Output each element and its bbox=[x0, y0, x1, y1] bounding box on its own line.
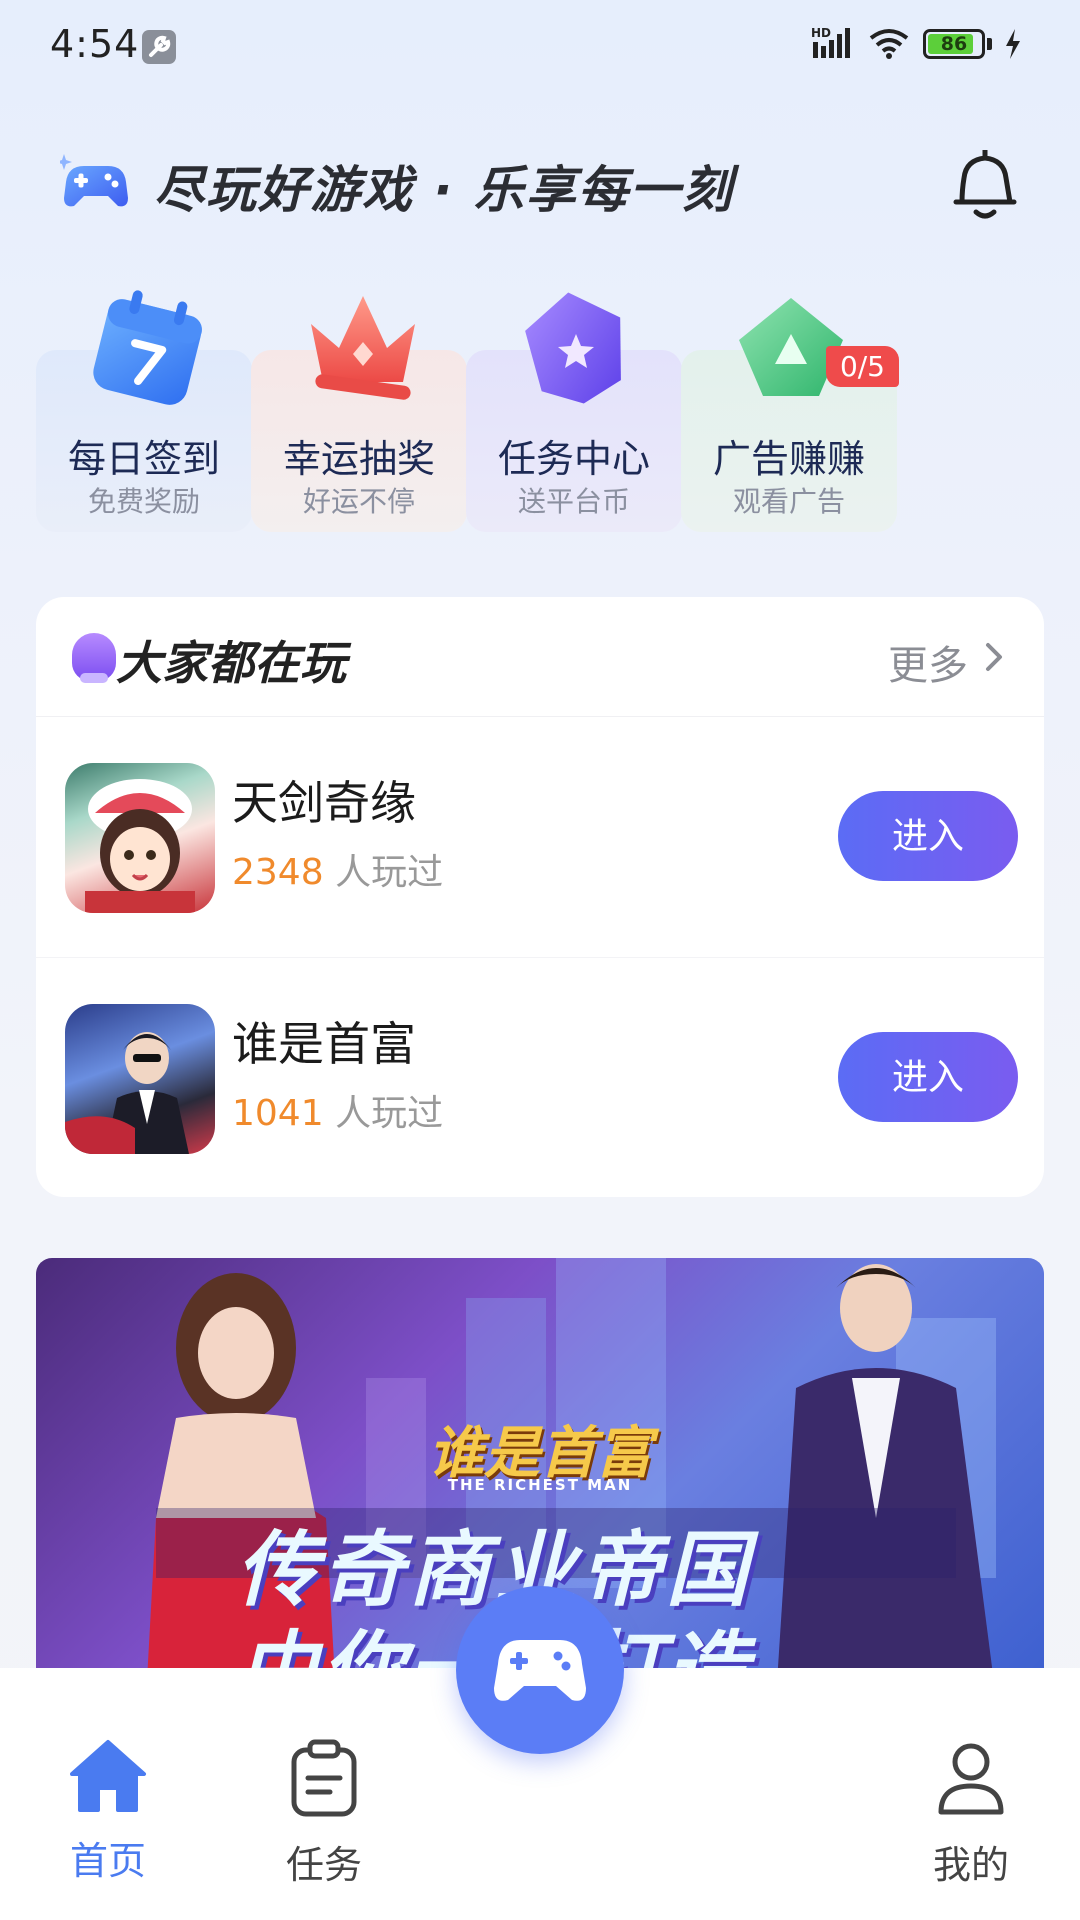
play-count-suffix: 人玩过 bbox=[335, 852, 444, 893]
quick-action-subtitle: 送平台币 bbox=[517, 485, 630, 518]
quick-action-subtitle: 观看广告 bbox=[732, 485, 845, 518]
quick-action-watch-ads[interactable]: 0/5 广告赚赚 观看广告 bbox=[681, 298, 899, 532]
play-count-number: 2348 bbox=[232, 852, 324, 893]
battery-icon: 86 bbox=[923, 29, 985, 59]
nav-label: 首页 bbox=[69, 1839, 146, 1883]
gamepad-icon bbox=[494, 1640, 586, 1701]
more-link[interactable]: 更多 bbox=[888, 633, 968, 691]
nav-tasks[interactable]: 任务 bbox=[254, 1738, 394, 1889]
quick-action-daily-checkin[interactable]: 每日签到 免费奖励 bbox=[36, 290, 252, 532]
play-count-number: 1041 bbox=[232, 1093, 324, 1134]
quick-action-subtitle: 免费奖励 bbox=[87, 485, 200, 518]
user-icon bbox=[938, 1743, 1004, 1815]
game-name: 天剑奇缘 bbox=[232, 776, 416, 830]
quick-action-lucky-draw[interactable]: 幸运抽奖 好运不停 bbox=[251, 296, 467, 532]
ghost-icon bbox=[72, 633, 116, 683]
quick-action-title: 广告赚赚 bbox=[712, 437, 865, 481]
enter-button[interactable]: 进入 bbox=[838, 791, 1018, 881]
crown-icon bbox=[311, 296, 415, 400]
nav-label: 我的 bbox=[932, 1843, 1009, 1887]
quick-action-title: 任务中心 bbox=[497, 437, 650, 481]
bell-icon[interactable] bbox=[948, 144, 1022, 224]
popular-games-header: 大家都在玩 更多 bbox=[36, 597, 1044, 717]
nav-home[interactable]: 首页 bbox=[38, 1738, 178, 1885]
game-name: 谁是首富 bbox=[232, 1017, 416, 1071]
chevron-right-icon[interactable] bbox=[982, 639, 1006, 675]
gamepad-logo-icon bbox=[60, 154, 128, 207]
header-slogan: 尽玩好游戏 · 乐享每一刻 bbox=[154, 161, 734, 219]
nav-profile[interactable]: 我的 bbox=[901, 1738, 1041, 1889]
game-row[interactable]: 天剑奇缘 2348 人玩过 进入 bbox=[36, 717, 1044, 957]
quick-actions: 每日签到 免费奖励 幸运抽奖 好运不停 任务中心 送平台币 0/5 广告赚赚 观… bbox=[36, 280, 1044, 540]
game-play-count: 1041 人玩过 bbox=[232, 1084, 443, 1136]
banner-game-subtitle: THE RICHEST MAN bbox=[447, 1476, 633, 1494]
quick-action-task-center[interactable]: 任务中心 送平台币 bbox=[466, 292, 682, 532]
quick-action-title: 每日签到 bbox=[67, 437, 220, 481]
star-folder-icon bbox=[525, 292, 621, 404]
game-icon-tianjian[interactable] bbox=[65, 763, 215, 913]
header: 尽玩好游戏 · 乐享每一刻 bbox=[0, 130, 1080, 240]
status-bar: 4:54 HD 86 bbox=[0, 0, 1080, 96]
enter-button[interactable]: 进入 bbox=[838, 1032, 1018, 1122]
quick-action-badge: 0/5 bbox=[825, 346, 899, 387]
status-time: 4:54 bbox=[50, 22, 140, 66]
signal-icon: HD bbox=[811, 26, 855, 60]
game-row[interactable]: 谁是首富 1041 人玩过 进入 bbox=[36, 957, 1044, 1197]
center-game-button[interactable] bbox=[456, 1586, 624, 1754]
status-icons: HD 86 bbox=[811, 26, 1022, 60]
calendar-icon bbox=[93, 290, 202, 405]
wifi-icon bbox=[869, 29, 909, 59]
wrench-icon bbox=[142, 30, 176, 64]
quick-action-title: 幸运抽奖 bbox=[282, 437, 435, 481]
game-play-count: 2348 人玩过 bbox=[232, 843, 443, 895]
home-icon bbox=[70, 1740, 146, 1812]
charging-icon bbox=[1006, 29, 1020, 59]
clipboard-icon bbox=[291, 1739, 357, 1817]
battery-level: 86 bbox=[940, 33, 968, 55]
popular-games-card: 大家都在玩 更多 天剑奇缘 2348 人玩过 进入 谁是首富 1041 人玩过 … bbox=[36, 597, 1044, 1197]
quick-action-subtitle: 好运不停 bbox=[302, 485, 415, 518]
popular-games-title: 大家都在玩 bbox=[116, 636, 346, 690]
game-icon-richest-man[interactable] bbox=[65, 1004, 215, 1154]
play-count-suffix: 人玩过 bbox=[335, 1093, 444, 1134]
nav-label: 任务 bbox=[285, 1843, 362, 1887]
